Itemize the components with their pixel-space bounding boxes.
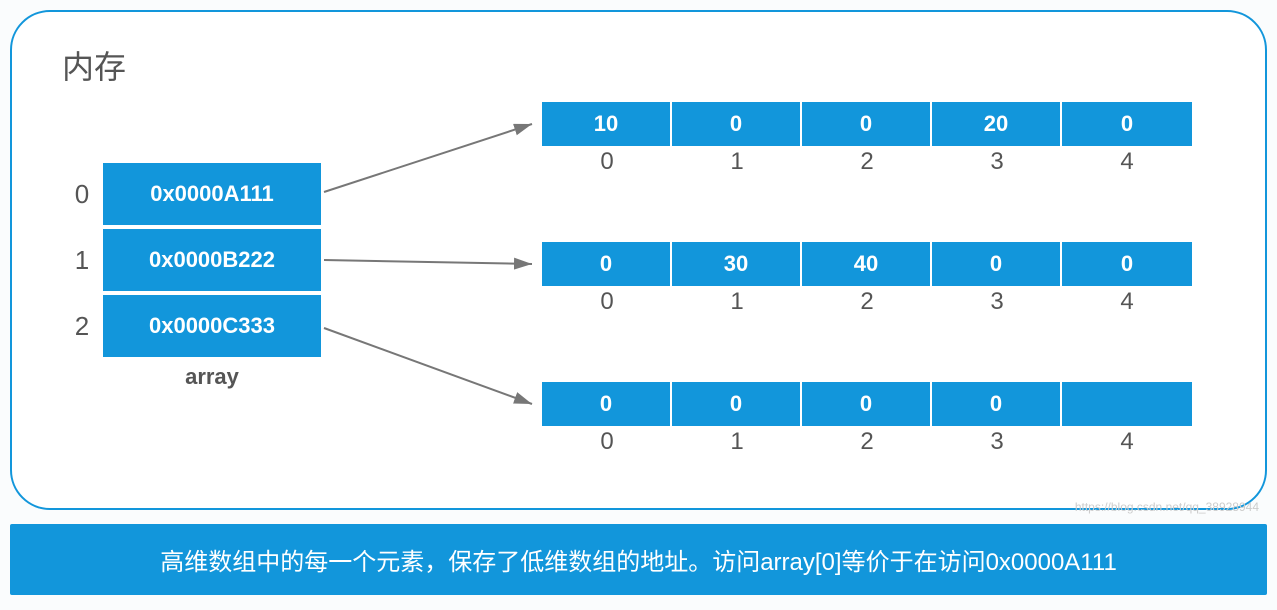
value-cell: 30 — [672, 242, 802, 286]
index-cell: 1 — [672, 148, 802, 176]
index-cell: 2 — [802, 148, 932, 176]
pointer-index: 1 — [62, 245, 102, 276]
pointer-table-label: array — [102, 364, 322, 390]
value-cell: 0 — [802, 102, 932, 146]
value-cell: 0 — [542, 382, 672, 426]
index-row: 0 1 2 3 4 — [542, 428, 1192, 456]
pointer-row: 0 0x0000A111 — [62, 162, 322, 226]
value-cell: 0 — [1062, 102, 1192, 146]
index-cell: 4 — [1062, 288, 1192, 316]
watermark: https://blog.csdn.net/qq_38928944 — [1075, 500, 1259, 514]
arrow-icon — [324, 124, 532, 192]
footer-caption: 高维数组中的每一个元素，保存了低维数组的地址。访问array[0]等价于在访问0… — [10, 524, 1267, 595]
index-row: 0 1 2 3 4 — [542, 148, 1192, 176]
value-row: 0 0 0 0 — [542, 382, 1192, 426]
index-cell: 2 — [802, 428, 932, 456]
value-cell: 0 — [672, 382, 802, 426]
value-cell: 40 — [802, 242, 932, 286]
arrow-icon — [324, 328, 532, 404]
index-cell: 4 — [1062, 428, 1192, 456]
pointer-index: 2 — [62, 311, 102, 342]
pointer-cell: 0x0000A111 — [102, 162, 322, 226]
pointer-index: 0 — [62, 179, 102, 210]
value-cell: 0 — [1062, 242, 1192, 286]
arrow-icon — [324, 260, 532, 264]
value-row: 10 0 0 20 0 — [542, 102, 1192, 146]
index-cell: 1 — [672, 288, 802, 316]
index-cell: 3 — [932, 148, 1062, 176]
pointer-cell: 0x0000B222 — [102, 228, 322, 292]
pointer-table: 0 0x0000A111 1 0x0000B222 2 0x0000C333 a… — [62, 162, 322, 390]
pointer-row: 1 0x0000B222 — [62, 228, 322, 292]
value-row: 0 30 40 0 0 — [542, 242, 1192, 286]
index-row: 0 1 2 3 4 — [542, 288, 1192, 316]
value-cell: 0 — [932, 242, 1062, 286]
value-cell — [1062, 382, 1192, 426]
index-cell: 0 — [542, 148, 672, 176]
value-cell: 0 — [932, 382, 1062, 426]
index-cell: 4 — [1062, 148, 1192, 176]
index-cell: 0 — [542, 288, 672, 316]
index-cell: 1 — [672, 428, 802, 456]
value-cell: 0 — [802, 382, 932, 426]
value-cell: 10 — [542, 102, 672, 146]
value-cell: 20 — [932, 102, 1062, 146]
pointer-row: 2 0x0000C333 — [62, 294, 322, 358]
diagram-title: 内存 — [62, 42, 1225, 88]
value-cell: 0 — [672, 102, 802, 146]
index-cell: 3 — [932, 428, 1062, 456]
memory-diagram: 内存 0 0x0000A111 1 0x0000B222 2 0x0000C33… — [10, 10, 1267, 510]
index-cell: 0 — [542, 428, 672, 456]
index-cell: 2 — [802, 288, 932, 316]
value-cell: 0 — [542, 242, 672, 286]
pointer-cell: 0x0000C333 — [102, 294, 322, 358]
index-cell: 3 — [932, 288, 1062, 316]
